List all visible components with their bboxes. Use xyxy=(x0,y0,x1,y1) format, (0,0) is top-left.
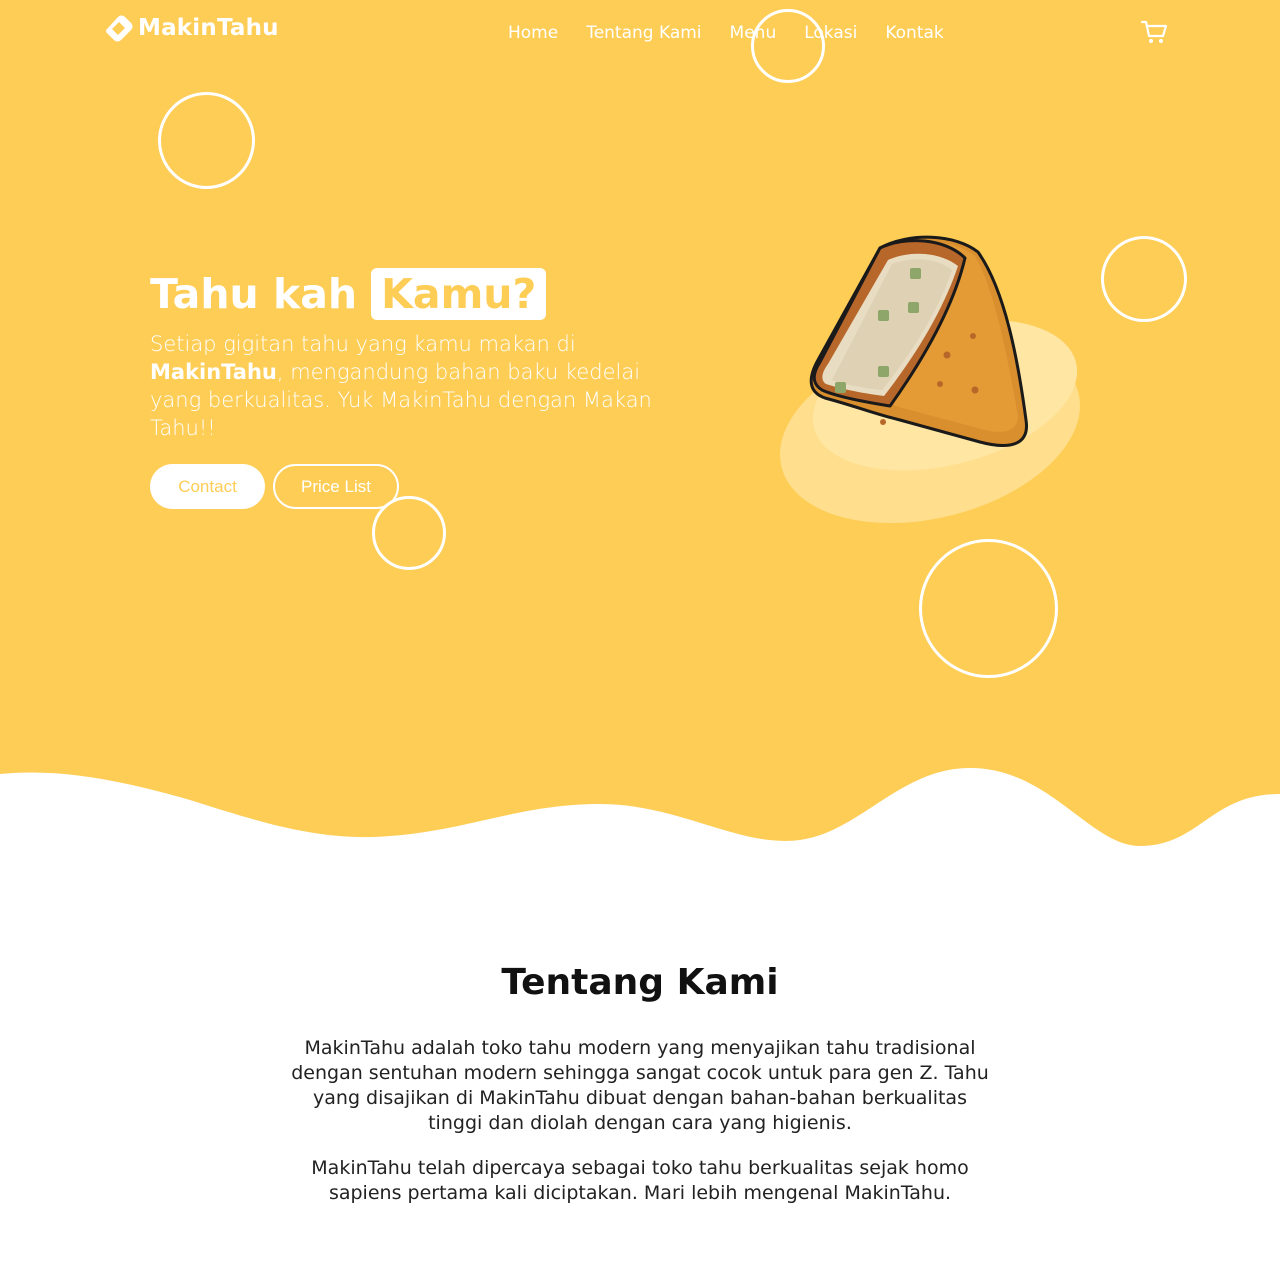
wave-divider xyxy=(0,768,1280,860)
price-list-button[interactable]: Price List xyxy=(273,464,399,509)
hero-title-highlight: Kamu? xyxy=(371,268,547,320)
hero-description: Setiap gigitan tahu yang kamu makan di M… xyxy=(150,330,660,442)
hero-desc-before: Setiap gigitan tahu yang kamu makan di xyxy=(150,332,576,356)
main-nav: Home Tentang Kami Menu Lokasi Kontak xyxy=(494,22,958,44)
nav-kontak[interactable]: Kontak xyxy=(871,22,957,44)
decorative-circle xyxy=(158,92,255,189)
decorative-circle xyxy=(1101,236,1187,322)
decorative-circle xyxy=(919,539,1058,678)
about-title: Tentang Kami xyxy=(501,962,779,1003)
cart-icon[interactable] xyxy=(1140,18,1168,46)
nav-tentang-kami[interactable]: Tentang Kami xyxy=(572,22,715,44)
brand-name: MakinTahu xyxy=(138,15,279,41)
contact-button[interactable]: Contact xyxy=(150,464,265,509)
about-paragraph-2: MakinTahu telah dipercaya sebagai toko t… xyxy=(311,1157,969,1204)
hero-title-text: Tahu kah xyxy=(150,270,358,318)
brand-logo[interactable]: MakinTahu xyxy=(104,14,279,42)
hero-desc-brand: MakinTahu xyxy=(150,360,277,384)
fried-tofu-illustration xyxy=(780,235,1080,524)
hero-title: Tahu kah Kamu? xyxy=(150,268,547,320)
nav-home[interactable]: Home xyxy=(494,22,572,44)
decorative-circle xyxy=(751,9,825,83)
tofu-logo-icon xyxy=(105,15,133,42)
about-paragraph-1: MakinTahu adalah toko tahu modern yang m… xyxy=(291,1037,989,1134)
